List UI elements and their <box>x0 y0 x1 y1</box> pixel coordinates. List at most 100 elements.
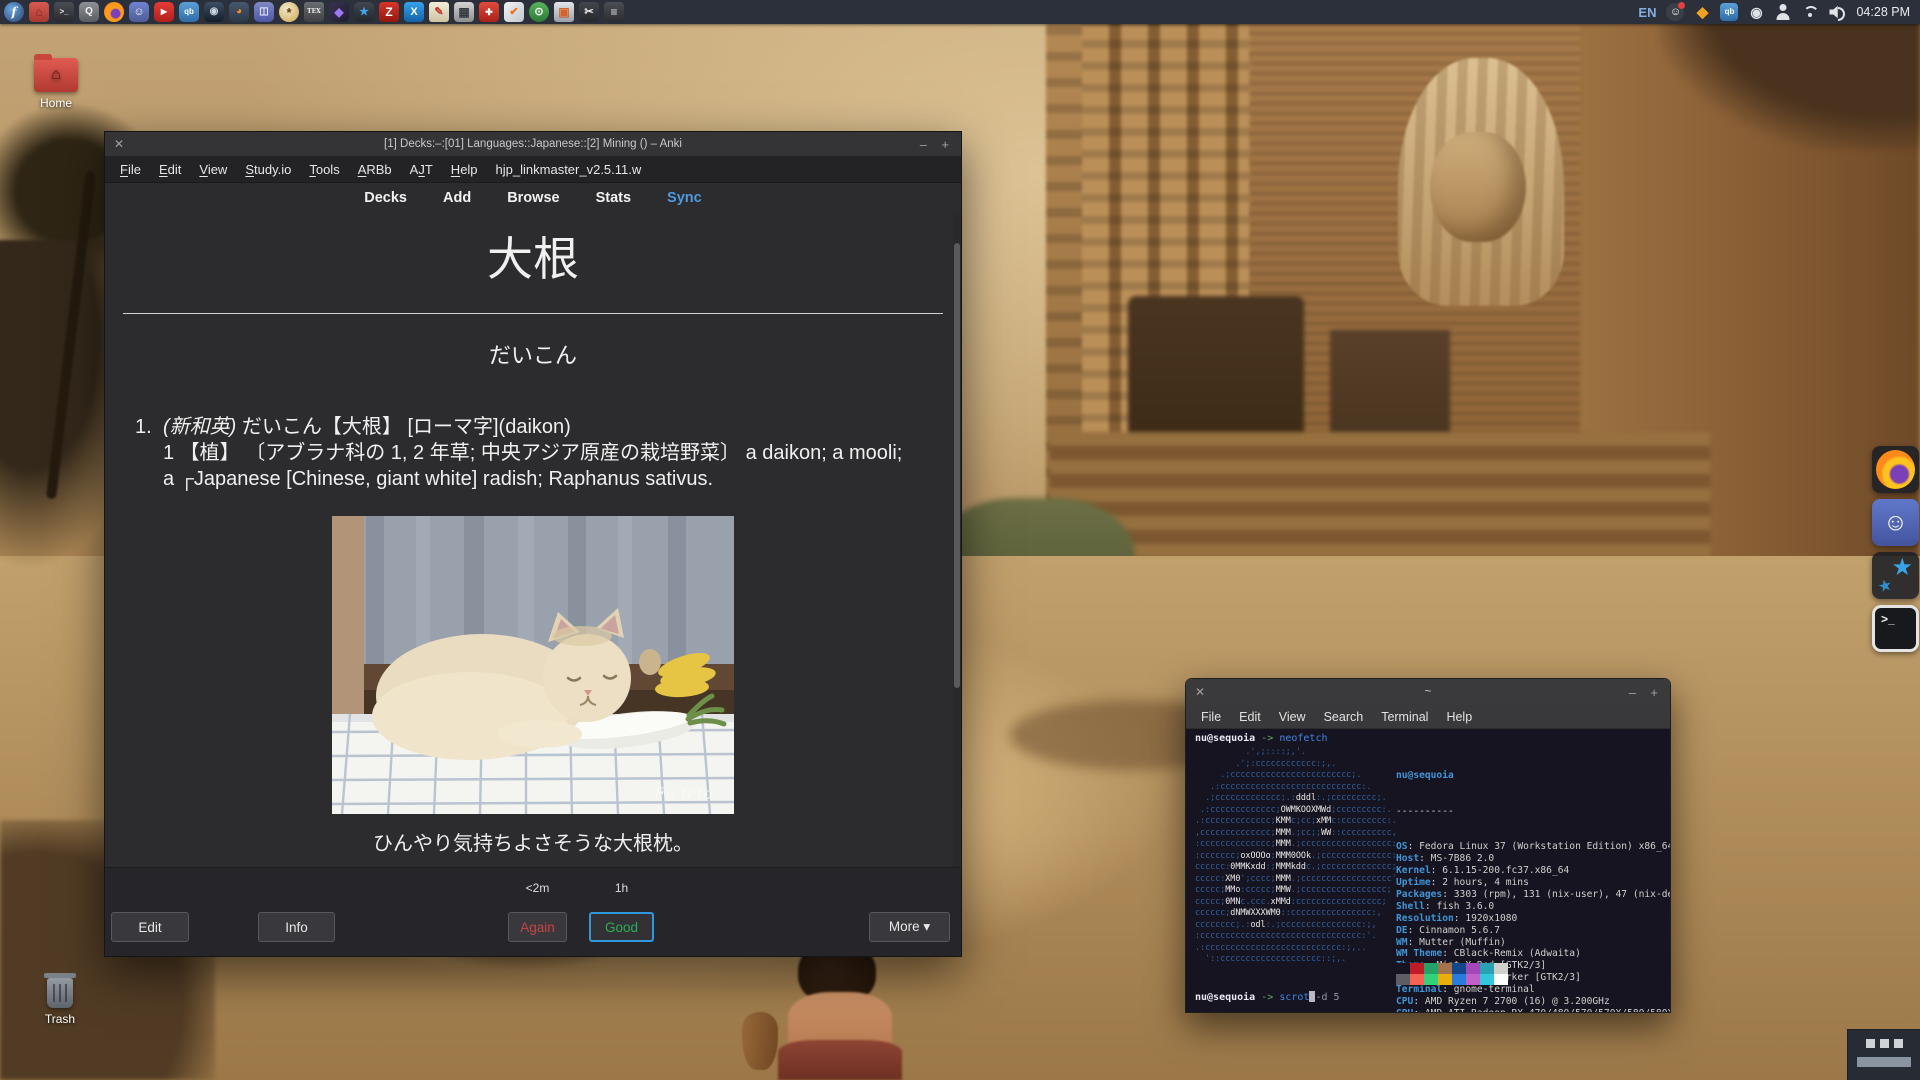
user-tray-icon[interactable] <box>1774 3 1792 21</box>
firefox-icon[interactable] <box>104 2 124 22</box>
menu-terminal[interactable]: Terminal <box>1372 710 1437 724</box>
screenshot-monitor-icon[interactable]: ▣ <box>554 2 574 22</box>
menu-view[interactable]: View <box>1270 710 1315 724</box>
blender-icon[interactable]: ◕ <box>229 2 249 22</box>
wallpaper-figure-cloth <box>778 1040 902 1080</box>
card-reading: だいこん <box>105 338 961 370</box>
terminal-icon[interactable]: >_ <box>54 2 74 22</box>
youtube-icon[interactable]: ▶ <box>154 2 174 22</box>
close-icon[interactable]: ✕ <box>114 138 124 150</box>
card-scrollbar-thumb[interactable] <box>954 243 960 688</box>
qbittorrent-tray-icon[interactable]: qb <box>1720 3 1738 21</box>
desktop-icon-trash[interactable]: Trash <box>20 978 100 1026</box>
prompt-arrow: -> <box>1261 733 1273 744</box>
again-due-time: <2m <box>508 881 567 895</box>
wallpaper-jar <box>742 1012 778 1070</box>
again-button[interactable]: Again <box>508 912 567 942</box>
menu-hjplinkmasterv2511w[interactable]: hjp_linkmaster_v2.5.11.w <box>487 162 651 177</box>
settings-sliders-icon[interactable]: ≡ <box>604 2 624 22</box>
terminal-menubar: FileEditViewSearchTerminalHelp <box>1186 705 1670 729</box>
trash-icon <box>47 978 73 1008</box>
task-check-icon[interactable]: ✔ <box>504 2 524 22</box>
card-scrollbar[interactable] <box>953 213 961 867</box>
obsidian-icon[interactable]: ◆ <box>329 2 349 22</box>
desktop-dock <box>1872 446 1919 652</box>
neofetch-header: nu@sequoia <box>1396 770 1670 782</box>
terminal-body[interactable]: nu@sequoia -> neofetch .',;::::;,'. .';:… <box>1186 729 1670 1012</box>
calculator-icon[interactable]: ▦ <box>454 2 474 22</box>
zotero-icon[interactable]: Z <box>379 2 399 22</box>
neofetch-ascii-logo: .',;::::;,'. .';:cccccccccccc:;,. .;cccc… <box>1195 746 1397 965</box>
swiss-knife-icon[interactable]: ✚ <box>479 2 499 22</box>
discord-tray-icon[interactable]: ☺ <box>1666 3 1684 21</box>
terminal-titlebar[interactable]: ✕ ~ – + <box>1186 679 1670 705</box>
definition-number: 1. <box>135 414 163 492</box>
close-icon[interactable]: ✕ <box>1195 686 1205 698</box>
minimize-icon[interactable]: – <box>920 137 927 152</box>
dock-anki-icon[interactable] <box>1872 552 1919 599</box>
nav-browse[interactable]: Browse <box>507 190 559 206</box>
home-folder-icon <box>34 58 78 92</box>
maximize-icon[interactable]: + <box>1650 685 1658 700</box>
anki-icon[interactable]: ★ <box>354 2 374 22</box>
show-desktop-bar[interactable] <box>1857 1057 1911 1067</box>
dock-terminal-icon[interactable] <box>1872 605 1919 652</box>
definition-text: (新和英) だいこん【大根】 [ローマ字](daikon) 1 【植】 〔アブラ… <box>163 414 915 492</box>
menu-arbb[interactable]: ARBb <box>349 162 401 177</box>
shears-icon[interactable]: ✂ <box>579 2 599 22</box>
wifi-tray-icon[interactable] <box>1801 3 1819 21</box>
steam-tray-icon[interactable]: ◉ <box>1747 3 1765 21</box>
terminal-prompt-line-2[interactable]: nu@sequoia -> scrot-d 5 <box>1195 991 1340 1003</box>
tex-icon[interactable]: TEX <box>304 2 324 22</box>
discord-icon[interactable]: ☺ <box>129 2 149 22</box>
desktop-icon-home[interactable]: Home <box>16 58 96 110</box>
clock[interactable]: 04:28 PM <box>1856 5 1910 19</box>
menu-tools[interactable]: Tools <box>300 162 348 177</box>
menu-file[interactable]: File <box>1192 710 1230 724</box>
tray-icon-group: ☺ ◆ qb ◉ <box>1666 3 1846 21</box>
good-button[interactable]: Good <box>589 912 654 942</box>
nav-decks[interactable]: Decks <box>364 190 407 206</box>
maximize-icon[interactable]: + <box>941 137 949 152</box>
edit-button[interactable]: Edit <box>111 912 189 942</box>
info-button[interactable]: Info <box>258 912 335 942</box>
dock-firefox-icon[interactable] <box>1872 446 1919 493</box>
menu-studyio[interactable]: Study.io <box>236 162 300 177</box>
menu-help[interactable]: Help <box>442 162 487 177</box>
search-icon[interactable]: Q <box>79 2 99 22</box>
terminal-prompt-line-1: nu@sequoia -> neofetch <box>1195 733 1328 744</box>
workspace-square-icon[interactable] <box>1880 1039 1889 1048</box>
menu-view[interactable]: View <box>190 162 236 177</box>
fedora-icon[interactable]: f <box>4 2 24 22</box>
dock-discord-icon[interactable] <box>1872 499 1919 546</box>
menu-search[interactable]: Search <box>1315 710 1373 724</box>
menu-ajt[interactable]: AJT <box>401 162 442 177</box>
steam-icon[interactable]: ◉ <box>204 2 224 22</box>
workspace-square-icon[interactable] <box>1866 1039 1875 1048</box>
bee-icon[interactable]: * <box>279 2 299 22</box>
gem-tray-icon[interactable]: ◆ <box>1693 3 1711 21</box>
files-icon[interactable]: ⌂ <box>29 2 49 22</box>
menu-help[interactable]: Help <box>1437 710 1481 724</box>
pcsx2-icon[interactable]: ◫ <box>254 2 274 22</box>
panel-corner-applet[interactable] <box>1847 1029 1920 1080</box>
menu-edit[interactable]: Edit <box>150 162 190 177</box>
menu-file[interactable]: File <box>111 162 150 177</box>
terminal-window: ✕ ~ – + FileEditViewSearchTerminalHelp n… <box>1185 678 1671 1013</box>
nav-sync[interactable]: Sync <box>667 190 702 206</box>
menu-edit[interactable]: Edit <box>1230 710 1270 724</box>
more-button[interactable]: More ▾ <box>869 912 950 942</box>
minimize-icon[interactable]: – <box>1629 685 1636 700</box>
anki-titlebar[interactable]: ✕ [1] Decks:–:[01] Languages::Japanese::… <box>105 132 961 156</box>
volume-tray-icon[interactable] <box>1828 3 1846 21</box>
journal-icon[interactable]: ✎ <box>429 2 449 22</box>
keyboard-layout-indicator[interactable]: EN <box>1638 5 1656 20</box>
vscode-icon[interactable]: X <box>404 2 424 22</box>
keepassxc-icon[interactable]: ⊙ <box>529 2 549 22</box>
workspace-square-icon[interactable] <box>1894 1039 1903 1048</box>
good-due-time: 1h <box>589 881 654 895</box>
nav-add[interactable]: Add <box>443 190 471 206</box>
image-watermark: Fu-teto <box>653 784 713 803</box>
nav-stats[interactable]: Stats <box>596 190 631 206</box>
qbittorrent-icon[interactable]: qb <box>179 2 199 22</box>
